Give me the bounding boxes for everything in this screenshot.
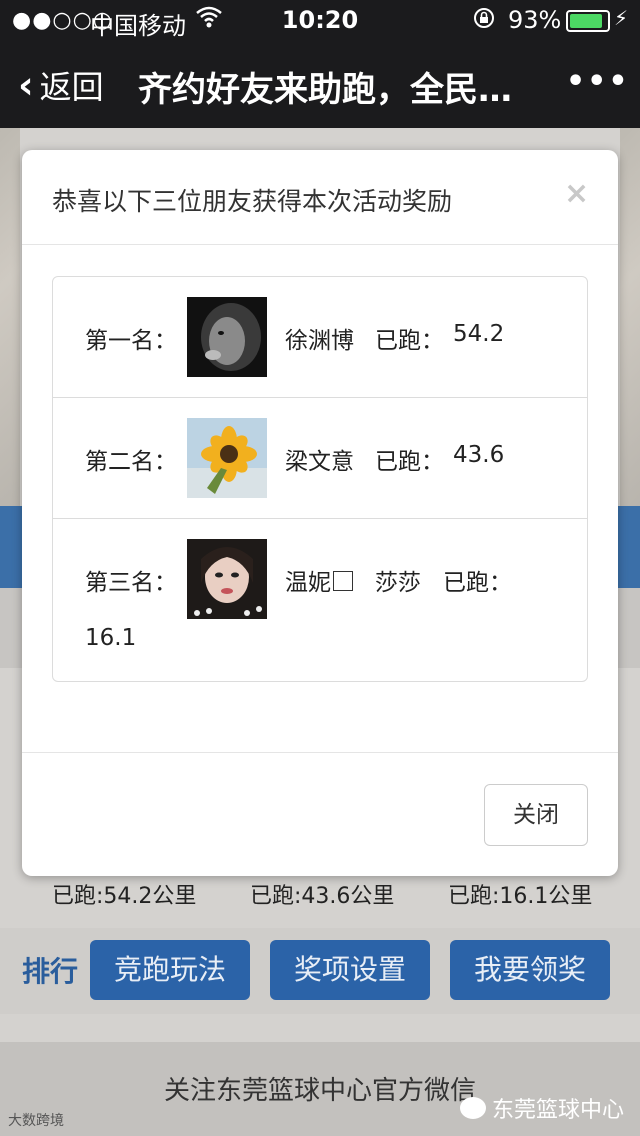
winner-distance: 54.2: [453, 321, 505, 347]
unsupported-glyph-box: [333, 571, 353, 591]
winner-avatar: [187, 418, 267, 498]
divider: [22, 752, 618, 753]
dialog-title: 恭喜以下三位朋友获得本次活动奖励: [52, 187, 453, 216]
bg-stat-1: 已跑:54.2公里: [52, 884, 197, 909]
wechat-icon: [460, 1097, 486, 1119]
background-banner-right: [620, 128, 640, 508]
background-action-bar: 排行 竞跑玩法 奖项设置 我要领奖: [0, 928, 640, 1014]
winner-rank: 第二名：: [85, 449, 177, 475]
close-icon[interactable]: ×: [564, 176, 589, 211]
status-bar: ●●○○○ 中国移动 10:20 93% ⚡: [0, 0, 640, 40]
divider: [22, 244, 618, 245]
page-title: 齐约好友来助跑，全民…: [138, 70, 512, 110]
winners-dialog: 恭喜以下三位朋友获得本次活动奖励 × 第一名： 徐渊博 已跑： 54.2 第二名…: [22, 150, 618, 876]
battery-percent: 93%: [508, 6, 562, 34]
watermark-left: 大数跨境: [8, 1113, 64, 1129]
winner-distance: 43.6: [453, 442, 505, 468]
run-label: 已跑：: [375, 449, 444, 475]
back-label: 返回: [39, 68, 104, 106]
winner-name-suffix: 莎莎: [375, 570, 421, 596]
background-banner-left: [0, 128, 20, 508]
winner-distance: 16.1: [85, 625, 137, 651]
winner-row: 第二名： 梁文意 已跑： 43.6: [53, 398, 587, 519]
run-label: 已跑：: [375, 328, 444, 354]
back-button[interactable]: ‹ 返回: [18, 62, 104, 108]
watermark-right: 东莞篮球中心: [460, 1092, 624, 1124]
navigation-bar: ‹ 返回 齐约好友来助跑，全民… •••: [0, 40, 640, 128]
winner-avatar: [187, 297, 267, 377]
rank-tab[interactable]: 排行: [22, 950, 78, 990]
winner-row: 第三名： 温妮 莎莎 已跑： 16.1: [53, 519, 587, 681]
race-rules-button[interactable]: 竞跑玩法: [90, 940, 250, 1000]
charging-bolt-icon: ⚡: [614, 6, 629, 30]
bg-stat-3: 已跑:16.1公里: [448, 884, 593, 909]
winner-rank: 第一名：: [85, 328, 177, 354]
rotation-lock-icon: [472, 6, 496, 36]
prize-settings-button[interactable]: 奖项设置: [270, 940, 430, 1000]
bg-stat-2: 已跑:43.6公里: [250, 884, 395, 909]
winner-avatar: [187, 539, 267, 619]
winners-list: 第一名： 徐渊博 已跑： 54.2 第二名： 梁文意 已跑： 43.6 第三名：…: [52, 276, 588, 682]
winner-name-text: 温妮: [285, 570, 331, 596]
more-options-button[interactable]: •••: [566, 64, 630, 99]
claim-prize-button[interactable]: 我要领奖: [450, 940, 610, 1000]
battery-icon: [566, 10, 610, 32]
background-footer: 关注东莞篮球中心官方微信 大数跨境 东莞篮球中心: [0, 1042, 640, 1136]
chevron-left-icon: ‹: [18, 63, 34, 107]
close-button[interactable]: 关闭: [484, 784, 588, 846]
winner-rank: 第三名：: [85, 570, 177, 596]
watermark-right-text: 东莞篮球中心: [492, 1098, 625, 1123]
winner-row: 第一名： 徐渊博 已跑： 54.2: [53, 277, 587, 398]
winner-name: 温妮: [285, 563, 353, 597]
run-label: 已跑：: [443, 570, 512, 596]
winner-name: 徐渊博: [285, 328, 354, 354]
winner-name: 梁文意: [285, 449, 354, 475]
